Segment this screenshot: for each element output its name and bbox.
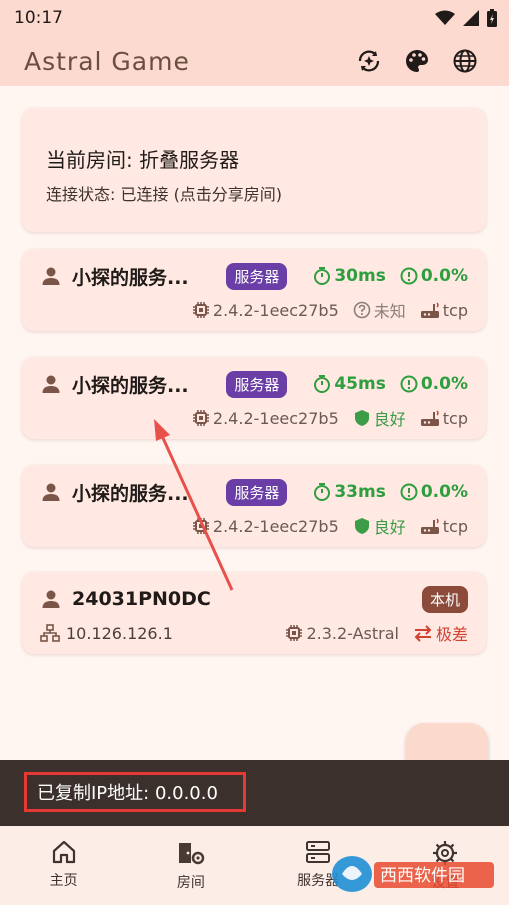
local-badge: 本机 <box>421 585 468 613</box>
quality-value: 未知 <box>373 302 406 321</box>
latency-value: 30ms <box>334 266 386 286</box>
timer-icon <box>314 483 331 501</box>
alert-circle-icon <box>400 483 418 501</box>
quality-info: 良好 <box>353 406 406 430</box>
protocol-info: tcp <box>420 301 468 320</box>
loss-value: 0.0% <box>420 374 468 394</box>
watermark-logo: 西西软件园 <box>332 856 494 892</box>
alert-circle-icon <box>400 375 418 393</box>
quality-info: 极差 <box>413 621 468 645</box>
timer-icon <box>314 375 331 393</box>
quality-info: 良好 <box>353 514 406 538</box>
person-icon <box>42 483 60 501</box>
home-icon <box>52 840 75 864</box>
peer-card[interactable]: 小探的服务... 服务器 33ms 0.0% 2.4.2-1eec27b5 良好… <box>22 465 486 547</box>
wifi-icon <box>435 10 455 25</box>
packet-loss: 0.0% <box>400 482 468 502</box>
nav-label: 房间 <box>176 875 205 891</box>
packet-loss: 0.0% <box>400 374 468 394</box>
palette-button[interactable] <box>393 37 441 85</box>
nav-label: 主页 <box>49 873 78 889</box>
signal-icon <box>463 10 479 26</box>
shield-icon <box>354 518 369 534</box>
connection-status: 连接状态: 已连接 (点击分享房间) <box>46 185 283 204</box>
packet-loss: 0.0% <box>400 266 468 286</box>
latency: 30ms <box>313 266 386 286</box>
version-value: 2.4.2-1eec27b5 <box>212 300 339 320</box>
current-room-card[interactable]: 当前房间: 折叠服务器 连接状态: 已连接 (点击分享房间) <box>22 108 486 232</box>
nav-room[interactable]: 房间 <box>127 826 254 905</box>
local-device-card[interactable]: 24031PN0DC 本机 10.126.126.1 2.3.2-Astral … <box>22 572 486 654</box>
app-bar: Astral Game <box>0 36 509 86</box>
version-info: 2.3.2-Astral <box>285 624 399 643</box>
latency-value: 45ms <box>334 374 386 394</box>
alert-circle-icon <box>400 267 418 285</box>
peer-card[interactable]: 小探的服务... 服务器 45ms 0.0% 2.4.2-1eec27b5 良好… <box>22 357 486 439</box>
sparkle-sync-button[interactable] <box>345 37 393 85</box>
snackbar: 已复制IP地址: 0.0.0.0 <box>0 760 509 826</box>
globe-icon <box>453 49 477 73</box>
latency-value: 33ms <box>334 482 386 502</box>
nav-home[interactable]: 主页 <box>0 826 127 905</box>
ip-info: 10.126.126.1 <box>40 624 173 643</box>
version-info: 2.4.2-1eec27b5 <box>192 301 339 320</box>
annotation-arrow <box>154 419 234 591</box>
shield-icon <box>354 410 369 426</box>
status-time: 10:17 <box>14 8 63 28</box>
network-tree-icon <box>40 624 60 642</box>
router-icon <box>420 302 439 318</box>
protocol-info: tcp <box>420 409 468 428</box>
person-icon <box>42 267 60 285</box>
loss-value: 0.0% <box>420 482 468 502</box>
peer-name: 小探的服务... <box>72 266 189 289</box>
timer-icon <box>314 267 331 285</box>
peer-name: 小探的服务... <box>72 374 189 397</box>
room-settings-icon <box>178 843 205 865</box>
server-badge: 服务器 <box>226 370 288 398</box>
quality-info: 未知 <box>353 298 406 322</box>
app-title: Astral Game <box>24 46 190 76</box>
latency: 33ms <box>313 482 386 502</box>
quality-value: 良好 <box>373 410 406 429</box>
chip-icon <box>192 302 209 318</box>
status-bar: 10:17 <box>0 0 509 36</box>
version-value: 2.3.2-Astral <box>306 623 399 643</box>
protocol-value: tcp <box>442 408 468 428</box>
sparkle-sync-icon <box>358 50 380 72</box>
latency: 45ms <box>313 374 386 394</box>
language-button[interactable] <box>441 37 489 85</box>
protocol-info: tcp <box>420 517 468 536</box>
person-icon <box>42 375 60 393</box>
battery-icon <box>487 9 497 27</box>
swap-arrows-icon <box>414 625 432 642</box>
ip-value: 10.126.126.1 <box>66 623 173 643</box>
quality-value: 良好 <box>373 518 406 537</box>
snackbar-message: 已复制IP地址: 0.0.0.0 <box>24 772 246 812</box>
router-icon <box>420 410 439 426</box>
peer-card[interactable]: 小探的服务... 服务器 30ms 0.0% 2.4.2-1eec27b5 未知… <box>22 249 486 331</box>
help-circle-icon <box>353 301 371 319</box>
watermark-text: 西西软件园 <box>380 866 465 886</box>
quality-value: 极差 <box>435 625 468 644</box>
loss-value: 0.0% <box>420 266 468 286</box>
server-badge: 服务器 <box>226 262 288 290</box>
protocol-value: tcp <box>442 300 468 320</box>
chip-icon <box>286 625 303 641</box>
server-icon <box>306 841 331 863</box>
local-device-name: 24031PN0DC <box>72 588 211 610</box>
room-title: 当前房间: 折叠服务器 <box>46 148 240 172</box>
protocol-value: tcp <box>442 516 468 536</box>
palette-icon <box>406 50 428 72</box>
router-icon <box>420 518 439 534</box>
person-icon <box>42 590 60 608</box>
